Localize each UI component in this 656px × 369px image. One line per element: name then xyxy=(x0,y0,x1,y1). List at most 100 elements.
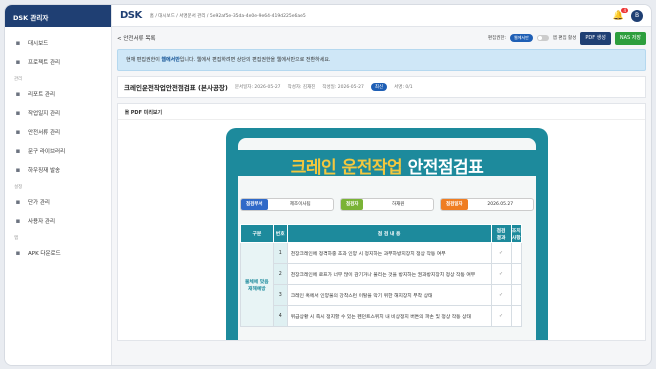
logo: DSK xyxy=(120,10,142,21)
cell-no: 2 xyxy=(272,263,288,285)
checklist-table: 구분 번호 점 검 내 용 점검 결과 조치 사항 물체에 맞음 재해예방 1 천장크레인에… xyxy=(240,224,523,327)
document-info: 크레인운전작업안전점검표 (본사공장) 문서일자: 2026-05-27 작성자… xyxy=(117,76,646,98)
nav-section: 관리 xyxy=(14,77,23,82)
cell-check: ✓ xyxy=(490,305,512,327)
notification-count: 4 xyxy=(621,7,628,13)
brand: DSK 관리자 xyxy=(5,5,111,27)
preview-label: PDF 미리보기 xyxy=(130,110,163,116)
cell-no: 3 xyxy=(272,284,288,306)
nav-menu: ▪ 대시보드 ▪ 프로젝트 관리관리 ▪ 리포트 관리 ▪ 작업일지 관리 ▪ 안전서류 관리 ▪ 문… xyxy=(5,27,111,268)
inspector-field: 점검자 하재원 xyxy=(340,198,434,211)
price-icon: ▪ xyxy=(15,197,21,206)
banner-role: 웹에서만 xyxy=(161,57,180,63)
edit-banner: 현재 편집권한이 웹에서만입니다. 웹에서 편집하려면 상단의 편집권한을 웹에… xyxy=(117,49,646,71)
table-header: 구분 xyxy=(240,224,274,243)
avatar[interactable]: B xyxy=(631,9,643,22)
document-icon: ▪ xyxy=(15,89,21,98)
category-cell: 물체에 맞음 재해예방 xyxy=(240,242,274,327)
shield-icon: ▪ xyxy=(15,127,21,136)
nas-button[interactable]: NAS 저장 xyxy=(614,31,646,45)
signature-count: 서명: 0/1 xyxy=(394,85,413,90)
cell-check: ✓ xyxy=(490,284,512,306)
nav-section: 설정 xyxy=(14,185,23,190)
banner-suffix: 입니다. 웹에서 편집하려면 상단의 편집권한을 웹에서만으로 전환하세요. xyxy=(179,57,331,63)
action-cell xyxy=(510,263,523,285)
action-cell xyxy=(510,242,523,264)
sidebar-item-label: 단가 관리 xyxy=(28,199,50,206)
grid-icon: ▪ xyxy=(15,38,21,47)
comment-icon: ▪ xyxy=(15,146,21,155)
bell-icon[interactable]: 🔔 4 xyxy=(613,7,628,21)
sidebar-item-label: 사용자 관리 xyxy=(28,218,56,225)
cell-check: ✓ xyxy=(490,263,512,285)
table-row: 물체에 맞음 재해예방 1 천장크레인에 정격하중 초과 인양 시 정지하는 과부하… xyxy=(240,242,523,327)
pdf-button[interactable]: PDF 생성 xyxy=(580,31,611,45)
sidebar-item[interactable]: ▪ 하우징재 발송 xyxy=(5,160,111,179)
breadcrumb[interactable]: 홈 / 대시보드 / 서명문서 관리 / 5e92af5e-35da-4e0e-… xyxy=(150,13,306,19)
document-title: 크레인운전작업안전점검표 (본사공장) xyxy=(124,84,228,92)
sidebar-item-label: 문구 라이브러리 xyxy=(28,148,66,155)
mobile-edit-toggle[interactable] xyxy=(536,35,549,41)
table-row: 3 크레인 혹에서 인양물의 강착스런 이탈을 막기 위한 해지장치 부착 상태 ✓ xyxy=(241,284,523,306)
dept-field: 점검부서 제조이사팀 xyxy=(240,198,334,211)
sidebar-item[interactable]: ▪ 대시보드 xyxy=(5,33,111,52)
sidebar: DSK 관리자 ▪ 대시보드 ▪ 프로젝트 관리관리 ▪ 리포트 관리 ▪ 작업일지 관리 ▪ 안… xyxy=(5,5,112,365)
cell-text: 위급상황 시 즉시 정지할 수 있는 펜던트스위치 내 비상정지 버튼의 파손 … xyxy=(286,305,492,327)
sidebar-item[interactable]: ▪ 리포트 관리 xyxy=(5,84,111,103)
sidebar-item-label: 작업일지 관리 xyxy=(28,110,61,117)
sheet-title: 크레인 운전작업 안전점검표 xyxy=(226,153,548,178)
table-row: 4 위급상황 시 즉시 정지할 수 있는 펜던트스위치 내 비상정지 버튼의 파손… xyxy=(241,305,523,327)
back-link[interactable]: < 안전서류 목록 xyxy=(117,34,155,42)
edit-permission-label: 편집권한: xyxy=(487,36,507,41)
sidebar-item-label: 안전서류 관리 xyxy=(28,129,61,136)
sidebar-item[interactable]: ▪ 안전서류 관리 xyxy=(5,122,111,141)
checklist-sheet: 크레인 운전작업 안전점검표 점검부서 제조이사팀 점검자 하재원 점검일자 2026… xyxy=(226,128,548,340)
table-header: 번호 xyxy=(272,224,288,243)
cell-check: ✓ xyxy=(490,242,512,264)
nav-section: 앱 xyxy=(14,236,19,241)
folder-icon: ▪ xyxy=(15,57,21,66)
sheet-title-2: 운전작업 xyxy=(341,158,403,178)
table-row: 2 천장크레인에 로프가 너무 많이 감기거나 풀리는 것을 방지하는 권과방지장… xyxy=(241,263,523,285)
doc-created: 작성일: 2026-05-27 xyxy=(322,85,364,90)
date-label: 점검일자 xyxy=(441,199,468,210)
action-cell xyxy=(510,305,523,327)
date-field: 점검일자 2026.05.27 xyxy=(440,198,534,211)
cell-text: 천장크레인에 정격하중 초과 인양 시 정지하는 과부하방지장치 정상 작동 여… xyxy=(286,242,492,264)
sidebar-item[interactable]: ▪ 프로젝트 관리 xyxy=(5,52,111,71)
users-icon: ▪ xyxy=(15,216,21,225)
sidebar-item-label: 대시보드 xyxy=(28,40,49,47)
document-icon: ▪ xyxy=(15,108,21,117)
truck-icon: ▪ xyxy=(15,165,21,174)
mobile-edit-label: 앱 편집 활성 xyxy=(552,36,577,41)
banner-prefix: 현재 편집권한이 xyxy=(126,57,162,63)
cell-text: 크레인 혹에서 인양물의 강착스런 이탈을 막기 위한 해지장치 부착 상태 xyxy=(286,284,492,306)
sidebar-item-label: 하우징재 발송 xyxy=(28,167,61,174)
dept-label: 점검부서 xyxy=(241,199,268,210)
sidebar-item[interactable]: ▪ 작업일지 관리 xyxy=(5,103,111,122)
sidebar-item-label: APK 다운로드 xyxy=(28,250,61,257)
sidebar-item[interactable]: ▪ 문구 라이브러리 xyxy=(5,141,111,160)
table-header: 조치 사항 xyxy=(510,224,523,243)
sidebar-item[interactable]: ▪ 사용자 관리 xyxy=(5,211,111,230)
inspector-value: 하재원 xyxy=(392,202,405,207)
sidebar-item[interactable]: ▪ 단가 관리 xyxy=(5,192,111,211)
edit-role-pill[interactable]: 웹에서만 xyxy=(510,34,533,42)
sheet-title-3: 안전점검표 xyxy=(407,158,484,178)
cell-no: 1 xyxy=(272,242,288,264)
version-badge: 최신 xyxy=(370,83,388,91)
doc-author: 작성자: 김재진 xyxy=(287,85,316,90)
dept-value: 제조이사팀 xyxy=(289,202,311,207)
sidebar-item-label: 프로젝트 관리 xyxy=(28,59,61,66)
pdf-preview: 🖹 PDF 미리보기 크레인 운전작업 안전점검표 점검부서 제조이사팀 점검자 하… xyxy=(117,103,646,341)
doc-date: 문서일자: 2026-05-27 xyxy=(234,85,281,90)
cell-no: 4 xyxy=(272,305,288,327)
topbar: DSK 홈 / 대시보드 / 서명문서 관리 / 5e92af5e-35da-4… xyxy=(112,5,651,27)
sidebar-item-label: 리포트 관리 xyxy=(28,91,56,98)
download-icon: ▪ xyxy=(15,248,21,257)
cell-text: 천장크레인에 로프가 너무 많이 감기거나 풀리는 것을 방지하는 권과방지장치… xyxy=(286,263,492,285)
sidebar-item[interactable]: ▪ APK 다운로드 xyxy=(5,243,111,262)
inspector-label: 점검자 xyxy=(341,199,364,210)
sheet-title-1: 크레인 xyxy=(290,158,337,178)
date-value: 2026.05.27 xyxy=(487,202,514,207)
